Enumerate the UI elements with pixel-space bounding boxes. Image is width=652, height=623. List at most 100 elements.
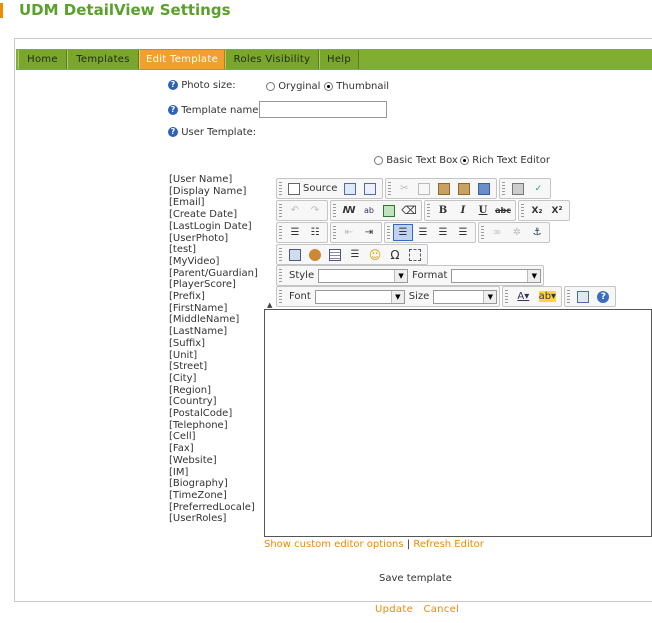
field-token[interactable]: [Email]	[169, 197, 258, 209]
toolbar-grip-icon[interactable]	[333, 203, 336, 218]
tab-edit-template[interactable]: Edit Template	[139, 50, 225, 69]
size-dropdown[interactable]: ▼	[433, 289, 498, 304]
templates-button[interactable]	[360, 180, 380, 197]
field-token[interactable]: [MyVideo]	[169, 256, 258, 268]
superscript-button[interactable]: X²	[547, 202, 567, 219]
image-button[interactable]	[285, 246, 305, 263]
field-token[interactable]: [Prefix]	[169, 291, 258, 303]
align-justify-button[interactable]: ☰	[453, 224, 473, 241]
align-center-button[interactable]: ☰	[413, 224, 433, 241]
replace-button[interactable]: ab	[359, 202, 379, 219]
toolbar-grip-icon[interactable]	[505, 289, 509, 304]
template-name-input[interactable]	[259, 101, 387, 118]
strike-button[interactable]: abc	[493, 202, 513, 219]
format-dropdown[interactable]: ▼	[451, 268, 542, 283]
field-token[interactable]: [Telephone]	[169, 420, 258, 432]
anchor-button[interactable]: ⚓	[527, 224, 547, 241]
chevron-down-icon[interactable]: ▼	[390, 290, 404, 303]
field-token[interactable]: [Create Date]	[169, 209, 258, 221]
special-char-button[interactable]: Ω	[385, 246, 405, 263]
spellcheck-button[interactable]: ✓	[528, 180, 548, 197]
outdent-button[interactable]: ⇤	[339, 224, 359, 241]
show-custom-options-link[interactable]: Show custom editor options	[264, 539, 404, 550]
toolbar-grip-icon[interactable]	[279, 268, 282, 283]
chevron-down-icon[interactable]: ▼	[394, 269, 408, 282]
field-token[interactable]: [IM]	[169, 467, 258, 479]
field-token[interactable]: [PreferredLocale]	[169, 502, 258, 514]
field-token[interactable]: [Website]	[169, 455, 258, 467]
chevron-down-icon[interactable]: ▼	[527, 269, 541, 282]
field-token[interactable]: [LastName]	[169, 326, 258, 338]
toolbar-grip-icon[interactable]	[279, 289, 282, 304]
help-icon[interactable]: ?	[168, 105, 178, 115]
select-all-button[interactable]	[379, 202, 399, 219]
tab-templates[interactable]: Templates	[67, 50, 139, 69]
unlink-button[interactable]: ✲	[507, 224, 527, 241]
subscript-button[interactable]: X₂	[527, 202, 547, 219]
radio-basic-text-box[interactable]	[374, 155, 383, 165]
help-icon[interactable]: ?	[168, 80, 178, 90]
field-token[interactable]: [PostalCode]	[169, 408, 258, 420]
field-token[interactable]: [Cell]	[169, 431, 258, 443]
photo-size-original-option[interactable]: Oryginal	[266, 81, 320, 92]
bold-button[interactable]: B	[433, 202, 453, 219]
about-button[interactable]: ?	[593, 288, 613, 305]
field-token[interactable]: [MiddleName]	[169, 314, 258, 326]
paste-text-button[interactable]	[454, 180, 474, 197]
field-token[interactable]: [UserRoles]	[169, 513, 258, 525]
toolbar-collapse-icon[interactable]: ▲	[267, 301, 272, 309]
font-dropdown[interactable]: ▼	[314, 289, 405, 304]
field-token[interactable]: [Suffix]	[169, 338, 258, 350]
paste-word-button[interactable]	[474, 180, 494, 197]
toolbar-grip-icon[interactable]	[481, 225, 484, 240]
redo-button[interactable]: ↷	[305, 202, 325, 219]
style-dropdown[interactable]: ▼	[318, 268, 409, 283]
numbered-list-button[interactable]: ☰	[285, 224, 305, 241]
flash-button[interactable]	[305, 246, 325, 263]
field-token[interactable]: [Unit]	[169, 350, 258, 362]
background-color-button[interactable]: ab▾	[535, 288, 559, 305]
save-template-button[interactable]: Save template	[379, 573, 452, 584]
horizontal-rule-button[interactable]: ☰	[345, 246, 365, 263]
toolbar-grip-icon[interactable]	[279, 225, 282, 240]
field-token[interactable]: [User Name]	[169, 174, 258, 186]
indent-button[interactable]: ⇥	[359, 224, 379, 241]
preview-button[interactable]	[340, 180, 360, 197]
source-button[interactable]: Source	[285, 180, 340, 197]
radio-thumbnail[interactable]	[324, 81, 333, 91]
align-left-button[interactable]: ☰	[393, 224, 413, 241]
field-token[interactable]: [FirstName]	[169, 303, 258, 315]
field-token[interactable]: [Fax]	[169, 443, 258, 455]
field-token[interactable]: [Parent/Guardian]	[169, 268, 258, 280]
update-link[interactable]: Update	[375, 604, 413, 615]
chevron-down-icon[interactable]: ▼	[483, 290, 497, 303]
field-token[interactable]: [City]	[169, 373, 258, 385]
help-icon[interactable]: ?	[168, 127, 178, 137]
photo-size-thumbnail-option[interactable]: Thumbnail	[324, 81, 389, 92]
radio-original[interactable]	[266, 81, 275, 91]
field-token[interactable]: [Region]	[169, 385, 258, 397]
editor-content-area[interactable]	[264, 309, 652, 537]
toolbar-grip-icon[interactable]	[567, 289, 571, 304]
field-token[interactable]: [test]	[169, 244, 258, 256]
tab-roles-visibility[interactable]: Roles Visibility	[225, 50, 319, 69]
field-token[interactable]: [Country]	[169, 396, 258, 408]
field-token[interactable]: [TimeZone]	[169, 490, 258, 502]
copy-button[interactable]	[414, 180, 434, 197]
refresh-editor-link[interactable]: Refresh Editor	[413, 539, 484, 550]
toolbar-grip-icon[interactable]	[388, 181, 392, 196]
text-color-button[interactable]: A▾	[511, 288, 535, 305]
toolbar-grip-icon[interactable]	[502, 181, 506, 196]
cut-button[interactable]: ✂	[394, 180, 414, 197]
toolbar-grip-icon[interactable]	[279, 247, 282, 262]
page-break-button[interactable]	[405, 246, 425, 263]
field-token[interactable]: [Biography]	[169, 478, 258, 490]
bulleted-list-button[interactable]: ☷	[305, 224, 325, 241]
field-token[interactable]: [Display Name]	[169, 186, 258, 198]
toolbar-grip-icon[interactable]	[279, 181, 282, 196]
field-token[interactable]: [Street]	[169, 361, 258, 373]
toolbar-grip-icon[interactable]	[521, 203, 524, 218]
underline-button[interactable]: U	[473, 202, 493, 219]
tab-help[interactable]: Help	[319, 50, 359, 69]
toolbar-grip-icon[interactable]	[279, 203, 282, 218]
